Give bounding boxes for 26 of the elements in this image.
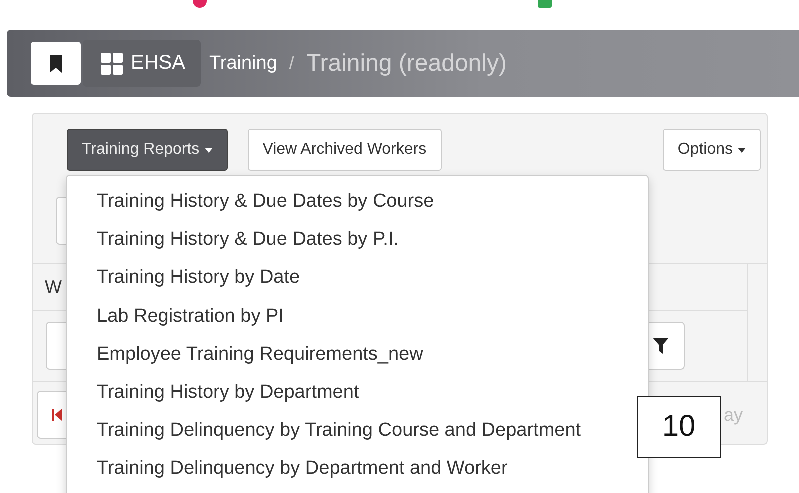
caret-icon [204, 148, 213, 152]
view-archived-button[interactable]: View Archived Workers [248, 129, 442, 171]
breadcrumb-link[interactable]: Training [209, 52, 278, 74]
menu-item[interactable]: Training Delinquency by Department and Worker [97, 455, 508, 484]
breadcrumb-separator: / [289, 53, 294, 74]
column-header: W [45, 276, 62, 298]
pager-text: ay [724, 404, 743, 426]
training-reports-button[interactable]: Training Reports [67, 129, 228, 171]
menu-item[interactable]: Employee Training Requirements_new [97, 340, 424, 369]
brand-button[interactable]: EHSA [83, 40, 202, 87]
breadcrumb-current: Training (readonly) [306, 50, 507, 78]
menu-item[interactable]: Training History & Due Dates by Course [97, 188, 434, 216]
options-button[interactable]: Options [662, 129, 761, 171]
caret-icon [738, 148, 746, 152]
first-page-icon [52, 409, 62, 421]
callout-label: 10 [637, 396, 721, 458]
bookmark-icon [49, 54, 63, 72]
menu-item[interactable]: Training History by Department [97, 378, 360, 407]
bookmark-favicon-icon[interactable] [193, 0, 207, 8]
menu-item[interactable]: Training History & Due Dates by P.I. [97, 226, 400, 254]
menu-item[interactable]: Lab Registration by PI [97, 302, 284, 331]
menu-item[interactable]: Training Delinquency by Training Course and Department [97, 417, 582, 446]
grid-icon [101, 52, 123, 74]
bookmark-button[interactable] [31, 42, 81, 85]
filter-icon [653, 338, 669, 354]
menu-item[interactable]: Training History by Date [97, 264, 300, 292]
